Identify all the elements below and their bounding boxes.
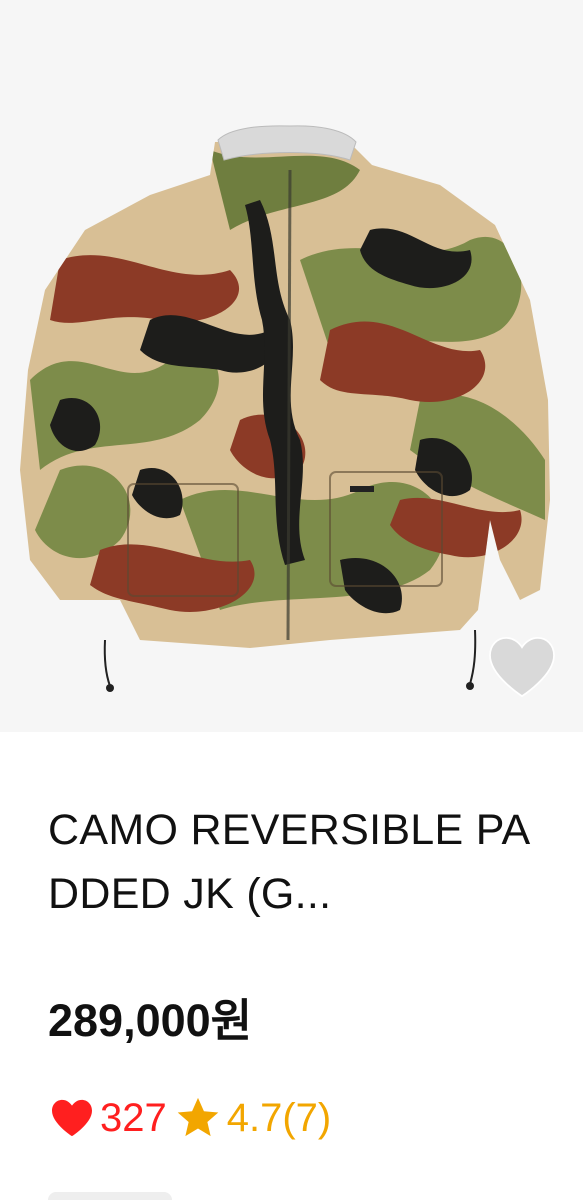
rating-text: 4.7(7) [226,1095,332,1140]
product-price: 289,000원 [48,995,253,1046]
product-title[interactable]: CAMO REVERSIBLE PADDED JK (G... [48,798,548,926]
heart-outline-icon [489,637,555,698]
jacket-image [20,125,550,692]
heart-filled-icon [50,1098,94,1138]
product-image[interactable] [0,0,583,732]
likes-count: 327 [100,1095,167,1140]
star-filled-icon [175,1096,221,1140]
wishlist-button[interactable] [486,632,558,702]
product-stats: 327 4.7(7) [50,1090,331,1146]
product-card[interactable]: CAMO REVERSIBLE PADDED JK (G... 289,000원… [0,0,583,1200]
tag-chip [48,1192,172,1200]
